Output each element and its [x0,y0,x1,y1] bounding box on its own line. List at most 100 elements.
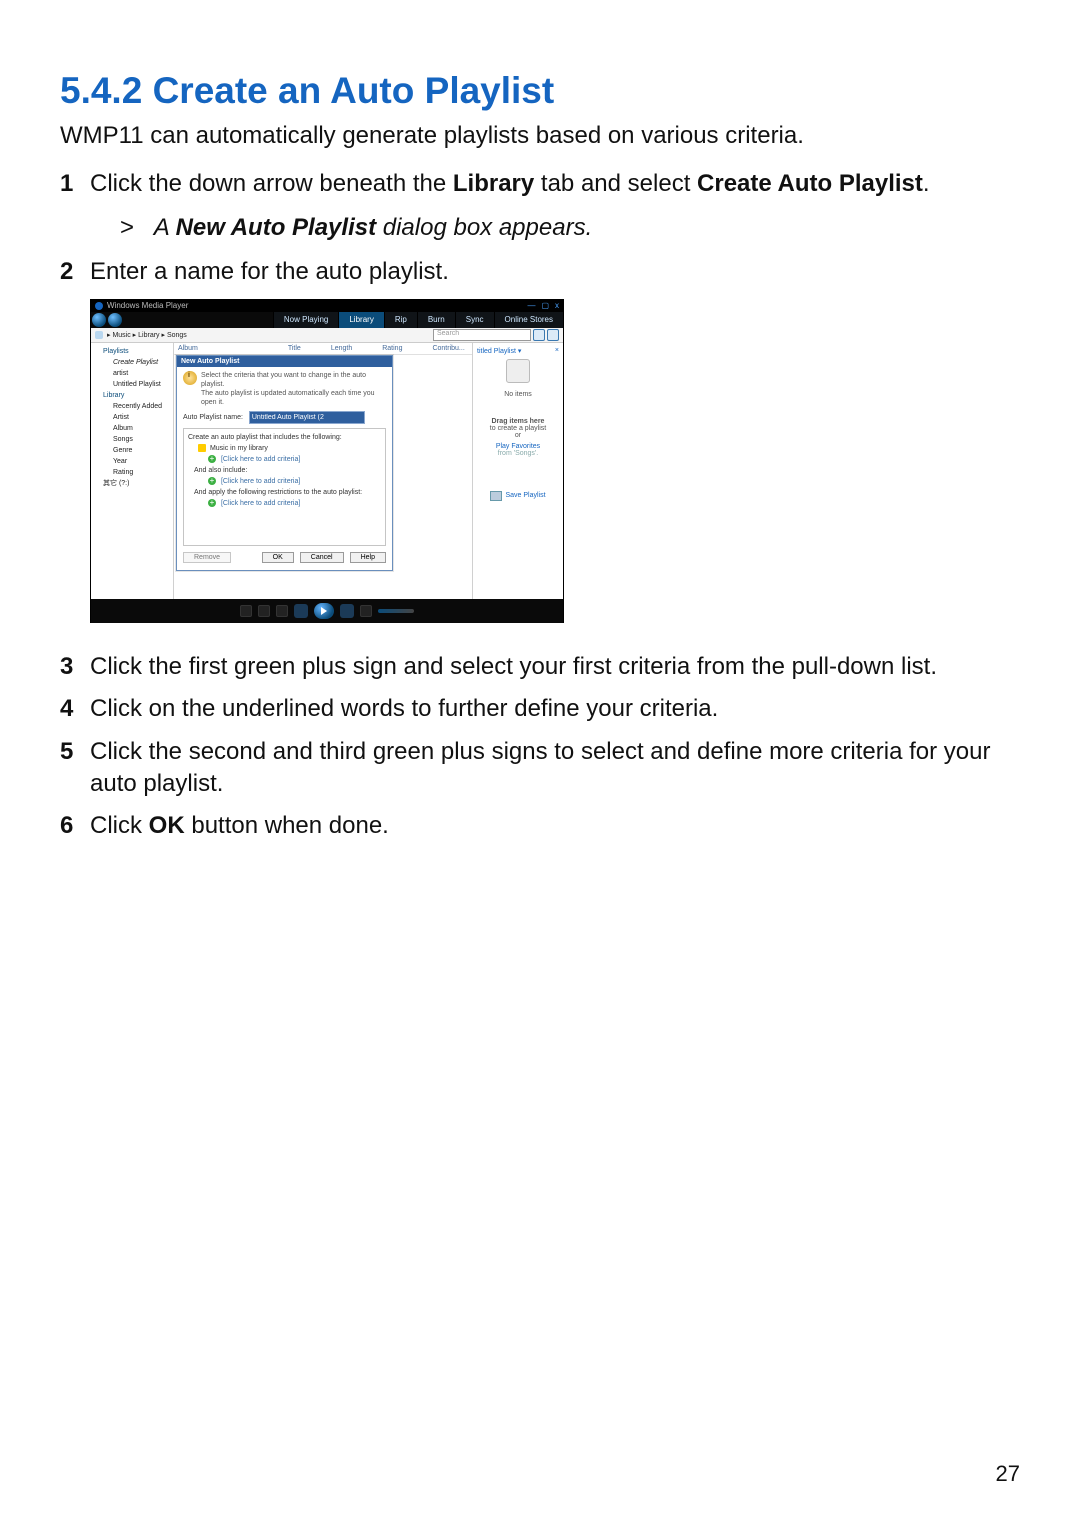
step-6-a: Click [90,812,149,839]
add-criteria-link-1[interactable]: [Click here to add criteria] [221,456,300,463]
dialog-title: New Auto Playlist [177,356,392,367]
no-items-label: No items [477,391,559,398]
result-b: dialog box appears. [376,214,592,241]
step-3: 3 Click the first green plus sign and se… [60,651,1020,683]
back-button[interactable] [92,313,106,327]
close-icon[interactable]: x [555,301,559,310]
tab-sync[interactable]: Sync [455,312,494,328]
step-1-text-c: . [923,170,930,197]
repeat-button[interactable] [258,605,270,617]
stop-button[interactable] [276,605,288,617]
step-2-text: Enter a name for the auto playlist. [90,256,1020,288]
info-icon [183,371,197,385]
breadcrumb-path[interactable]: ▸ Music ▸ Library ▸ Songs [107,331,187,339]
add-criteria-link-2[interactable]: [Click here to add criteria] [221,478,300,485]
tab-rip[interactable]: Rip [384,312,417,328]
tree-album[interactable]: Album [105,423,171,434]
search-icon[interactable] [533,329,545,341]
tree-rating[interactable]: Rating [105,467,171,478]
tab-library[interactable]: Library [338,312,383,328]
step-number: 3 [60,651,90,683]
new-auto-playlist-dialog: New Auto Playlist Select the criteria th… [176,355,393,571]
minimize-icon[interactable]: — [527,301,535,310]
plus-icon[interactable]: + [208,455,216,463]
shuffle-button[interactable] [240,605,252,617]
step-number: 6 [60,810,90,842]
play-favorites-link[interactable]: Play Favorites [477,443,559,450]
or-label: or [477,432,559,439]
tree-genre[interactable]: Genre [105,445,171,456]
music-note-icon [95,331,103,339]
playlist-dropdown[interactable]: titled Playlist ▾ × [477,347,559,355]
volume-slider[interactable] [378,609,414,613]
prev-button[interactable] [294,604,308,618]
add-criteria-link-3[interactable]: [Click here to add criteria] [221,500,300,507]
playlist-name-input[interactable] [249,411,365,424]
wmp-window: Windows Media Player — ▢ x Now Playing L… [90,299,564,623]
window-title: Windows Media Player [107,301,188,310]
maximize-icon[interactable]: ▢ [541,301,549,310]
criteria-header: Create an auto playlist that includes th… [188,432,381,443]
close-pane-icon[interactable]: × [555,347,559,354]
save-playlist-button[interactable]: Save Playlist [490,491,545,501]
tree-item[interactable]: Untitled Playlist [105,379,171,390]
play-button[interactable] [314,603,334,619]
now-playing-pane: titled Playlist ▾ × No items Drag items … [472,343,563,599]
page-number: 27 [996,1461,1020,1487]
from-songs-label: from 'Songs'. [477,450,559,457]
tree-playlists[interactable]: Playlists [95,346,171,357]
screenshot: Windows Media Player — ▢ x Now Playing L… [90,299,1020,623]
step-number: 5 [60,736,90,801]
plus-icon[interactable]: + [208,499,216,507]
tree-songs[interactable]: Songs [105,434,171,445]
step-1-text-b: tab and select [534,170,697,197]
tree-year[interactable]: Year [105,456,171,467]
help-button[interactable]: Help [350,552,386,563]
mute-button[interactable] [360,605,372,617]
step-number: 2 [60,256,90,288]
ok-label: OK [149,812,185,839]
tree-artist[interactable]: Artist [105,412,171,423]
tree-create-playlist[interactable]: Create Playlist [105,357,171,368]
step-1-text-a: Click the down arrow beneath the [90,170,453,197]
tree-recently-added[interactable]: Recently Added [105,401,171,412]
result-a: A [154,214,176,241]
step-5: 5 Click the second and third green plus … [60,736,1020,801]
player-bar [91,599,563,623]
remove-button[interactable]: Remove [183,552,231,563]
step-4: 4 Click on the underlined words to furth… [60,693,1020,725]
music-icon [198,444,206,452]
main-tabs: Now Playing Library Rip Burn Sync Online… [273,312,563,328]
search-input[interactable]: Search [433,329,531,341]
cd-icon [506,359,530,383]
step-6: 6 Click OK button when done. [60,810,1020,842]
next-button[interactable] [340,604,354,618]
cancel-button[interactable]: Cancel [300,552,344,563]
new-auto-playlist-label: New Auto Playlist [176,214,376,241]
tab-online-stores[interactable]: Online Stores [494,312,563,328]
nav-tree: Playlists Create Playlist artist Untitle… [91,343,174,599]
also-include-label: And also include: [188,465,381,476]
playlist-name-row: Auto Playlist name: [183,411,386,424]
dialog-hint-1: Select the criteria that you want to cha… [201,371,386,389]
tab-burn[interactable]: Burn [417,312,455,328]
search-options-icon[interactable] [547,329,559,341]
tree-item[interactable]: artist [105,368,171,379]
step-6-b: button when done. [185,812,389,839]
library-label: Library [453,170,534,197]
step-2: 2 Enter a name for the auto playlist. [60,256,1020,288]
create-playlist-hint: to create a playlist [477,425,559,432]
tree-library[interactable]: Library [95,390,171,401]
plus-icon[interactable]: + [208,477,216,485]
app-icon [95,302,103,310]
ok-button[interactable]: OK [262,552,294,563]
tab-now-playing[interactable]: Now Playing [273,312,338,328]
breadcrumb-bar: ▸ Music ▸ Library ▸ Songs Search [91,328,563,343]
section-heading: 5.4.2 Create an Auto Playlist [60,70,1020,112]
tree-other[interactable]: 其它 (?:) [95,478,171,489]
content-area: Album Title Length Rating Contribu... Ba… [174,343,472,599]
criteria-box: Create an auto playlist that includes th… [183,428,386,546]
forward-button[interactable] [108,313,122,327]
save-icon [490,491,502,501]
step-3-text: Click the first green plus sign and sele… [90,651,1020,683]
